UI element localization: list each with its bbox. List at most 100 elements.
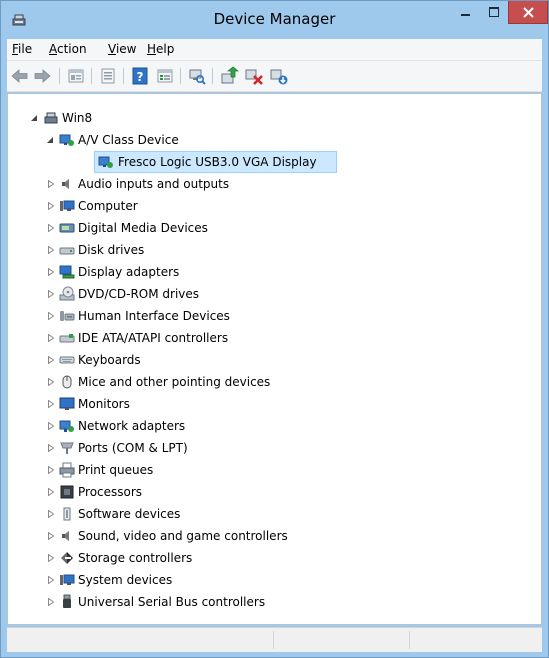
storage-controller-icon (59, 550, 75, 566)
expand-arrow-icon[interactable] (48, 504, 58, 524)
expand-arrow-icon[interactable] (48, 350, 58, 370)
tree-category[interactable]: Keyboards (8, 350, 308, 370)
tree-category[interactable]: Digital Media Devices (8, 218, 308, 238)
svg-text:?: ? (137, 70, 144, 84)
tree-root-node[interactable]: Win8 (8, 108, 208, 128)
tree-category[interactable]: Human Interface Devices (8, 306, 308, 326)
minimize-button[interactable] (453, 1, 479, 24)
expand-arrow-icon[interactable] (48, 438, 58, 458)
tree-category-label: DVD/CD-ROM drives (78, 287, 200, 301)
tree-category[interactable]: Processors (8, 482, 308, 502)
properties-icon[interactable] (66, 66, 86, 86)
expand-arrow-icon[interactable] (48, 240, 58, 260)
expand-arrow-icon[interactable] (48, 174, 58, 194)
back-arrow-icon[interactable] (10, 66, 30, 86)
tree-category[interactable]: Sound, video and game controllers (8, 526, 328, 546)
expand-arrow-icon[interactable] (48, 482, 58, 502)
tree-root-label: Win8 (62, 111, 93, 125)
help-icon[interactable]: ? (130, 66, 150, 86)
tree-category[interactable]: IDE ATA/ATAPI controllers (8, 328, 308, 348)
menu-action-label: ction (57, 42, 87, 56)
av-device-icon (59, 132, 75, 148)
collapse-arrow-icon[interactable] (46, 130, 56, 150)
expand-arrow-icon[interactable] (48, 460, 58, 480)
computer-root-icon (43, 110, 59, 126)
toolbar-separator (123, 68, 124, 84)
tree-category-label: Audio inputs and outputs (78, 177, 230, 191)
tree-category-label: Human Interface Devices (78, 309, 230, 323)
computer-icon (59, 198, 75, 214)
tree-category-label: Ports (COM & LPT) (78, 441, 188, 455)
collapse-arrow-icon[interactable] (30, 108, 40, 128)
tree-category-label: Monitors (78, 397, 130, 411)
expand-arrow-icon[interactable] (48, 416, 58, 436)
view-details-icon[interactable] (155, 66, 175, 86)
expand-arrow-icon[interactable] (48, 526, 58, 546)
tree-category-label: Mice and other pointing devices (78, 375, 271, 389)
tree-category-label: Storage controllers (78, 551, 193, 565)
toolbar: ? (7, 61, 542, 92)
maximize-button[interactable] (481, 1, 507, 24)
tree-device-selected[interactable]: Fresco Logic USB3.0 VGA Display (8, 152, 338, 172)
tree-category[interactable]: Mice and other pointing devices (8, 372, 308, 392)
expand-arrow-icon[interactable] (48, 372, 58, 392)
tree-category[interactable]: Computer (8, 196, 308, 216)
tree-category[interactable]: Display adapters (8, 262, 308, 282)
expand-arrow-icon[interactable] (48, 284, 58, 304)
hid-icon (59, 308, 75, 324)
status-bar (7, 627, 542, 652)
expand-arrow-icon[interactable] (48, 328, 58, 348)
tree-category-label: Display adapters (78, 265, 180, 279)
expand-arrow-icon[interactable] (48, 306, 58, 326)
menu-view-label: iew (115, 42, 137, 56)
tree-category[interactable]: Storage controllers (8, 548, 308, 568)
tree-category[interactable]: Print queues (8, 460, 308, 480)
expand-arrow-icon[interactable] (48, 196, 58, 216)
tree-category[interactable]: Disk drives (8, 240, 308, 260)
tree-category[interactable]: Audio inputs and outputs (8, 174, 308, 194)
menu-file-label: ile (18, 42, 33, 56)
expand-arrow-icon[interactable] (48, 592, 58, 612)
usb-controller-icon (59, 594, 75, 610)
menu-file[interactable]: File (12, 42, 32, 56)
display-adapter-icon (59, 264, 75, 280)
disable-device-icon[interactable] (244, 66, 264, 86)
tree-category-expanded[interactable]: A/V Class Device (8, 130, 248, 150)
device-manager-window: Device Manager File Action View Help ? W… (0, 0, 549, 658)
view-icon[interactable] (98, 66, 118, 86)
tree-category[interactable]: Network adapters (8, 416, 308, 436)
system-device-icon (59, 572, 75, 588)
tree-category[interactable]: System devices (8, 570, 308, 590)
forward-arrow-icon[interactable] (32, 66, 52, 86)
expand-arrow-icon[interactable] (48, 262, 58, 282)
tree-category[interactable]: Ports (COM & LPT) (8, 438, 308, 458)
toolbar-separator (212, 68, 213, 84)
disk-drive-icon (59, 242, 75, 258)
tree-category[interactable]: Universal Serial Bus controllers (8, 592, 308, 612)
menu-help[interactable]: Help (147, 42, 174, 56)
network-adapter-icon (59, 418, 75, 434)
processor-icon (59, 484, 75, 500)
expand-arrow-icon[interactable] (48, 218, 58, 238)
tree-category-label: A/V Class Device (78, 133, 179, 147)
tree-category-label: System devices (78, 573, 173, 587)
device-tree[interactable]: Win8 A/V Class Device Fresco Logic USB3.… (7, 93, 542, 625)
expand-arrow-icon[interactable] (48, 394, 58, 414)
expand-arrow-icon[interactable] (48, 570, 58, 590)
toolbar-separator (91, 68, 92, 84)
menu-view[interactable]: View (108, 42, 136, 56)
update-driver-icon[interactable] (219, 66, 239, 86)
tree-category-label: Computer (78, 199, 138, 213)
tree-category[interactable]: Monitors (8, 394, 308, 414)
scan-hardware-icon[interactable] (187, 66, 207, 86)
close-button[interactable] (508, 1, 548, 24)
tree-category[interactable]: Software devices (8, 504, 308, 524)
tree-category-label: Disk drives (78, 243, 145, 257)
uninstall-device-icon[interactable] (269, 66, 289, 86)
printer-icon (59, 462, 75, 478)
title-bar[interactable]: Device Manager (1, 1, 548, 39)
expand-arrow-icon[interactable] (48, 548, 58, 568)
tree-category[interactable]: DVD/CD-ROM drives (8, 284, 308, 304)
dvd-drive-icon (59, 286, 75, 302)
menu-action[interactable]: Action (49, 42, 87, 56)
